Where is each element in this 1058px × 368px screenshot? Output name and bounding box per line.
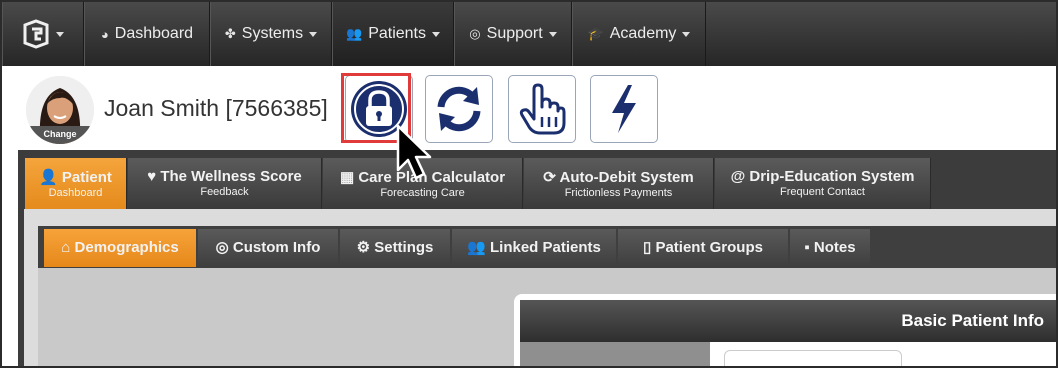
nav-academy[interactable]: 🎓 Academy xyxy=(572,2,706,66)
nav-label: Patients xyxy=(368,25,426,42)
chevron-down-icon xyxy=(548,31,557,37)
sub-tab-bar: ⌂ Demographics ◎ Custom Info ⚙ Settings … xyxy=(38,226,1056,268)
sub-tab-label: Notes xyxy=(813,239,856,256)
chevron-down-icon xyxy=(432,31,440,37)
tab-subtitle: Frequent Contact xyxy=(780,186,865,198)
tab-title: The Wellness Score xyxy=(160,168,302,185)
tab-title: Auto-Debit System xyxy=(559,169,694,186)
nav-label: Systems xyxy=(241,25,304,42)
patient-panel: 👤 Patient Dashboard ♥ The Wellness Score… xyxy=(18,150,1056,366)
bolt-icon xyxy=(612,85,636,133)
tab-subtitle: Frictionless Payments xyxy=(564,187,673,199)
tab-subtitle: Dashboard xyxy=(48,187,103,199)
tab-title: Drip-Education System xyxy=(749,168,915,185)
puzzle-icon: ✤ xyxy=(224,26,236,41)
tab-title: Patient xyxy=(61,169,112,186)
tab-patient-dashboard[interactable]: 👤 Patient Dashboard xyxy=(25,158,127,209)
tab-linked-patients[interactable]: 👥 Linked Patients xyxy=(452,229,616,267)
heartbeat-icon: ♥ xyxy=(147,168,157,185)
change-photo-label[interactable]: Change xyxy=(26,126,94,144)
refresh-icon xyxy=(437,86,481,132)
tab-auto-debit-system[interactable]: ⟳ Auto-Debit System Frictionless Payment… xyxy=(524,158,714,209)
patient-name: Joan Smith [7566385] xyxy=(104,95,328,121)
trash-icon: ▯ xyxy=(643,239,652,256)
nav-support[interactable]: ◎ Support xyxy=(454,2,572,66)
tab-settings[interactable]: ⚙ Settings xyxy=(340,229,450,267)
refresh-icon: ⟳ xyxy=(543,169,556,186)
gear-icon: ⚙ xyxy=(356,239,371,256)
at-icon: @ xyxy=(730,168,746,185)
tab-custom-info[interactable]: ◎ Custom Info xyxy=(198,229,338,267)
top-navbar: ◕ Dashboard ✤ Systems 👥 Patients ◎ Suppo… xyxy=(2,2,1056,66)
tab-drip-education-system[interactable]: @ Drip-Education System Frequent Contact xyxy=(715,158,931,209)
sub-tab-label: Settings xyxy=(374,239,434,256)
hand-pointer-button[interactable] xyxy=(508,75,576,143)
users-icon: 👥 xyxy=(467,239,486,256)
nav-patients[interactable]: 👥 Patients xyxy=(332,2,454,66)
sub-tab-label: Demographics xyxy=(74,239,179,256)
sub-tab-label: Linked Patients xyxy=(490,239,601,256)
users-icon: 👥 xyxy=(346,26,363,41)
sub-tab-label: Patient Groups xyxy=(655,239,763,256)
nav-dashboard[interactable]: ◕ Dashboard xyxy=(84,2,210,66)
tab-subtitle: Feedback xyxy=(200,186,249,198)
patient-info-field[interactable] xyxy=(724,350,902,366)
tab-patient-groups[interactable]: ▯ Patient Groups xyxy=(618,229,788,267)
hand-pointer-icon xyxy=(519,83,566,135)
basic-patient-info-card: Basic Patient Info xyxy=(514,294,1056,366)
chevron-down-icon xyxy=(309,31,318,37)
photo-placeholder xyxy=(520,342,710,366)
tab-notes[interactable]: ▪ Notes xyxy=(790,229,870,267)
mouse-cursor-icon xyxy=(396,124,432,180)
tab-content: ⌂ Demographics ◎ Custom Info ⚙ Settings … xyxy=(24,209,1056,366)
home-icon: ⌂ xyxy=(61,239,71,256)
note-icon: ▪ xyxy=(804,239,810,256)
tab-subtitle: Forecasting Care xyxy=(380,187,465,199)
nav-label: Dashboard xyxy=(114,25,194,42)
nav-label: Academy xyxy=(609,25,677,42)
calculator-icon: ▦ xyxy=(339,169,355,186)
tab-wellness-score[interactable]: ♥ The Wellness Score Feedback xyxy=(128,158,322,209)
nav-label: Support xyxy=(486,25,543,42)
nav-systems[interactable]: ✤ Systems xyxy=(210,2,332,66)
demographics-content: Basic Patient Info xyxy=(38,268,1056,366)
bolt-button[interactable] xyxy=(590,75,658,143)
user-icon: 👤 xyxy=(39,169,58,186)
card-title: Basic Patient Info xyxy=(520,300,1056,342)
lifebuoy-icon: ◎ xyxy=(469,26,481,41)
tab-demographics[interactable]: ⌂ Demographics xyxy=(44,229,196,267)
avatar[interactable]: Change xyxy=(26,76,94,144)
logo-menu-button[interactable] xyxy=(2,2,84,66)
sub-tab-label: Custom Info xyxy=(232,239,321,256)
chevron-down-icon xyxy=(56,31,64,37)
chevron-down-icon xyxy=(682,31,691,37)
dashboard-icon: ◕ xyxy=(100,26,109,42)
target-icon: ◎ xyxy=(215,239,229,256)
logo-icon xyxy=(23,19,49,49)
app-window: ◕ Dashboard ✤ Systems 👥 Patients ◎ Suppo… xyxy=(0,0,1058,368)
graduation-cap-icon: 🎓 xyxy=(587,26,604,41)
